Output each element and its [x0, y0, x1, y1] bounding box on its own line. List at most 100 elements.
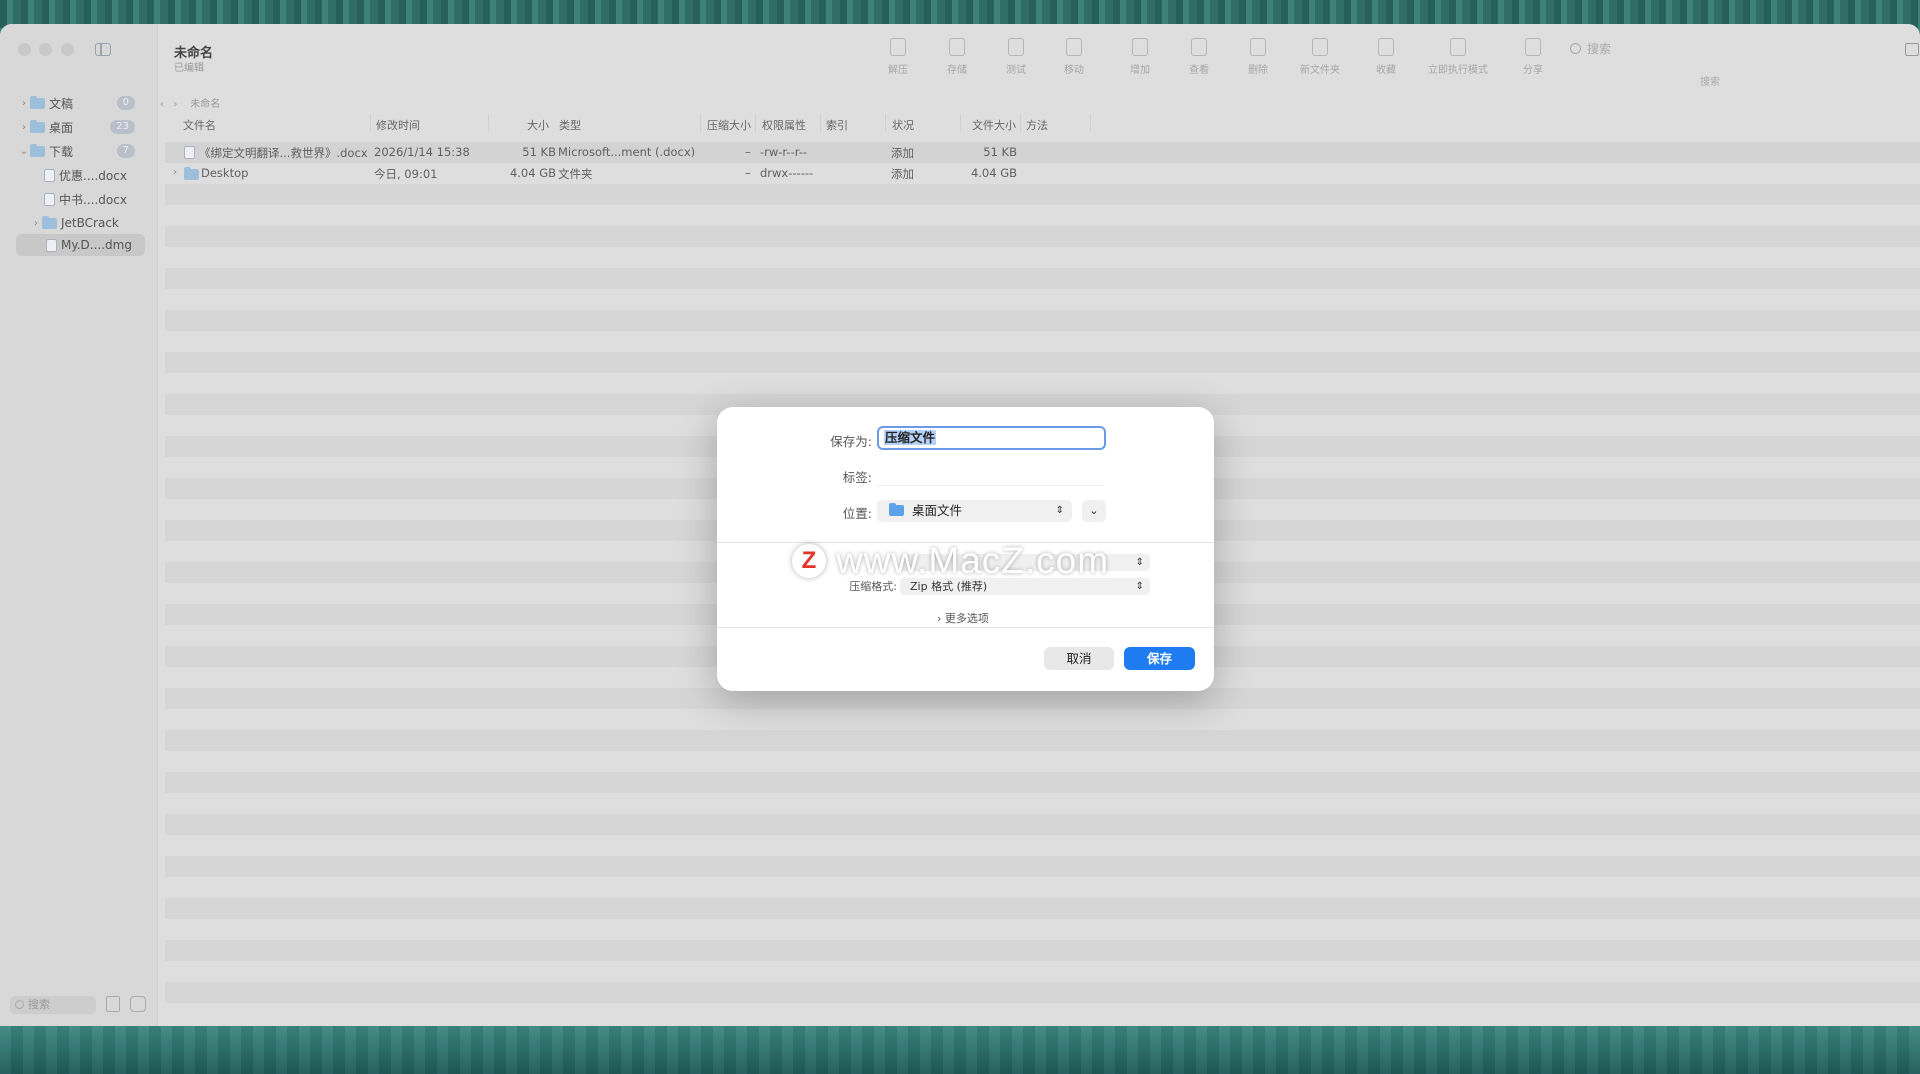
column-separator: [885, 114, 886, 132]
more-options-toggle[interactable]: › 更多选项: [937, 610, 997, 626]
watermark: Z www.MacZ.com: [792, 540, 1109, 582]
sidebar-item-dmg[interactable]: My.D....dmg: [16, 234, 145, 256]
cancel-button[interactable]: 取消: [1044, 647, 1114, 670]
list-options-icon[interactable]: [106, 996, 120, 1012]
list-stripe: [165, 268, 1920, 289]
toolbar-favorite-button[interactable]: 收藏: [1358, 38, 1414, 76]
new-folder-icon: [1312, 38, 1328, 56]
sidebar-item-label: 优惠....docx: [59, 168, 127, 183]
sidebar-item-label: 下载: [49, 144, 74, 159]
list-stripe: [165, 373, 1920, 394]
list-stripe: [165, 814, 1920, 835]
list-stripe: [165, 898, 1920, 919]
column-separator: [820, 114, 821, 132]
count-badge: 23: [110, 120, 135, 134]
column-header-method[interactable]: 方法: [1026, 117, 1048, 133]
chevron-right-icon[interactable]: ›: [30, 218, 42, 229]
toolbar-add-button[interactable]: 增加: [1112, 38, 1168, 76]
toolbar-move-button[interactable]: 移动: [1046, 38, 1102, 76]
column-header-index[interactable]: 索引: [826, 117, 848, 133]
back-icon[interactable]: ‹: [160, 99, 164, 110]
toolbar-save-button[interactable]: 存储: [929, 38, 985, 76]
folder-icon: [30, 143, 45, 157]
trash-icon: [1250, 38, 1266, 56]
list-stripe: [165, 184, 1920, 205]
sidebar-item-desktop[interactable]: › 桌面 23: [18, 116, 135, 138]
list-stripe: [165, 751, 1920, 772]
cell-filesize: 4.04 GB: [970, 166, 1017, 180]
expand-dialog-button[interactable]: ⌄: [1082, 500, 1106, 522]
inspector-toggle-icon[interactable]: [1905, 43, 1919, 56]
filename-value: 压缩文件: [884, 430, 937, 445]
tags-input[interactable]: [877, 463, 1104, 486]
sidebar-item-label: 文稿: [49, 96, 74, 111]
list-stripe: [165, 331, 1920, 352]
column-separator: [1020, 114, 1021, 132]
column-header-modified[interactable]: 修改时间: [376, 117, 420, 133]
sidebar-search-input[interactable]: 搜索: [10, 996, 96, 1014]
toolbar-test-button[interactable]: 测试: [988, 38, 1044, 76]
disk-image-icon: [46, 238, 57, 252]
toolbar-share-button[interactable]: 分享: [1505, 38, 1561, 76]
list-stripe: [165, 877, 1920, 898]
list-stripe: [165, 205, 1920, 226]
sidebar-item-downloads[interactable]: ⌄ 下载 7: [18, 140, 135, 162]
location-select[interactable]: 桌面文件 ⇕: [877, 500, 1072, 522]
lock-icon: [1450, 38, 1466, 56]
toolbar-instant-mode-button[interactable]: 立即执行模式: [1418, 38, 1498, 76]
breadcrumb-item[interactable]: 未命名: [190, 99, 220, 110]
column-header-size[interactable]: 大小: [527, 117, 549, 133]
toolbar-search-input[interactable]: 搜索: [1570, 40, 1770, 60]
search-icon: [1570, 43, 1581, 54]
save-button[interactable]: 保存: [1124, 647, 1195, 670]
list-stripe: [165, 961, 1920, 982]
list-stripe: [165, 940, 1920, 961]
save-as-label: 保存为:: [830, 434, 872, 449]
cell-filesize: 51 KB: [983, 145, 1017, 159]
folder-icon: [30, 95, 45, 109]
column-header-filesize[interactable]: 文件大小: [972, 117, 1016, 133]
desktop-wallpaper-bottom: [0, 1024, 1920, 1074]
toolbar-new-folder-button[interactable]: 新文件夹: [1290, 38, 1350, 76]
list-stripe: [165, 772, 1920, 793]
chevron-down-icon[interactable]: ⌄: [18, 146, 30, 157]
test-icon: [1008, 38, 1024, 56]
cell-name: 《绑定文明翻译...救世界》.docx: [199, 146, 368, 160]
search-label: 搜索: [1700, 77, 1720, 88]
updown-chevron-icon: ⇕: [1135, 581, 1144, 592]
column-header-name[interactable]: 文件名: [183, 117, 216, 133]
sidebar-item-file[interactable]: 中书....docx: [44, 188, 127, 210]
filename-input[interactable]: 压缩文件: [877, 426, 1106, 450]
column-header-status[interactable]: 状况: [892, 117, 914, 133]
chevron-right-icon[interactable]: ›: [18, 98, 30, 109]
preview-icon[interactable]: [130, 996, 146, 1012]
toolbar-extract-button[interactable]: 解压: [870, 38, 926, 76]
sidebar-item-label: My.D....dmg: [61, 238, 132, 252]
count-badge: 0: [116, 96, 135, 110]
table-row[interactable]: 《绑定文明翻译...救世界》.docx 2026/1/14 15:38 51 K…: [165, 142, 1920, 163]
column-separator: [488, 114, 489, 132]
toolbar-view-button[interactable]: 查看: [1171, 38, 1227, 76]
sidebar-item-label: 桌面: [49, 120, 74, 135]
column-header-packed[interactable]: 压缩大小: [707, 117, 751, 133]
toolbar-delete-button[interactable]: 删除: [1230, 38, 1286, 76]
watermark-text: www.MacZ.com: [836, 540, 1110, 581]
minimize-window-button[interactable]: [39, 43, 52, 56]
chevron-right-icon[interactable]: ›: [18, 122, 30, 133]
cell-packed: –: [745, 145, 751, 159]
sidebar-toggle-icon[interactable]: [95, 43, 111, 56]
list-stripe: [165, 247, 1920, 268]
sidebar-item-folder[interactable]: › JetBCrack: [30, 212, 119, 234]
column-header-type[interactable]: 类型: [559, 117, 581, 133]
folder-icon: [30, 119, 45, 133]
close-window-button[interactable]: [18, 43, 31, 56]
table-row[interactable]: › Desktop 今日, 09:01 4.04 GB 文件夹 – drwx--…: [165, 163, 1920, 184]
chevron-right-icon[interactable]: ›: [169, 167, 181, 178]
sidebar-item-documents[interactable]: › 文稿 0: [18, 92, 135, 114]
share-icon: [1525, 38, 1541, 56]
sidebar-item-file[interactable]: 优惠....docx: [44, 164, 127, 186]
forward-icon[interactable]: ›: [174, 99, 178, 110]
sidebar-item-label: JetBCrack: [61, 216, 119, 230]
column-header-perms[interactable]: 权限属性: [762, 117, 806, 133]
zoom-window-button[interactable]: [61, 43, 74, 56]
